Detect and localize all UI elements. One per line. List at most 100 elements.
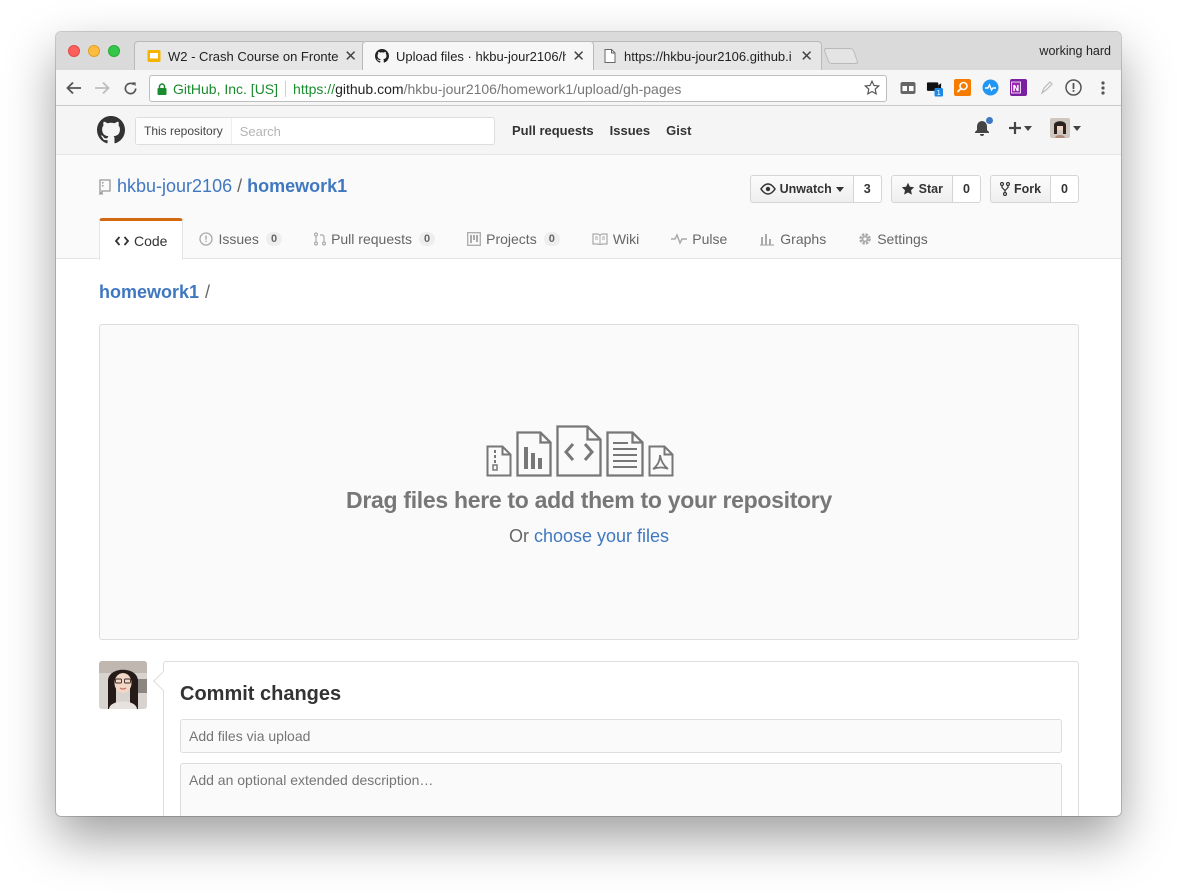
nav-issues[interactable]: Issues xyxy=(610,123,650,138)
divider xyxy=(285,80,287,97)
plus-icon xyxy=(1009,122,1021,134)
reload-button[interactable] xyxy=(119,77,141,99)
browser-tab-upload[interactable]: Upload files · hkbu-jour2106/h ✕ xyxy=(362,41,594,70)
repo-nav: Code Issues 0 Pull requests 0 Projects 0… xyxy=(99,218,944,260)
search-scope: This repository xyxy=(136,118,232,144)
address-bar[interactable]: GitHub, Inc. [US] https://github.com/hkb… xyxy=(149,75,887,102)
repo-name-link[interactable]: homework1 xyxy=(247,176,347,197)
close-window-button[interactable] xyxy=(68,45,80,57)
onenote-extension-icon[interactable]: N xyxy=(1010,79,1027,96)
maximize-window-button[interactable] xyxy=(108,45,120,57)
avatar xyxy=(99,661,147,709)
pull-request-icon xyxy=(314,232,327,246)
tab-code[interactable]: Code xyxy=(99,218,184,260)
commit-summary-input[interactable] xyxy=(180,719,1062,753)
caret-down-icon xyxy=(835,186,844,192)
tab-label: Projects xyxy=(486,231,537,247)
star-label: Star xyxy=(918,182,943,196)
breadcrumb-separator: / xyxy=(205,282,211,302)
forks-count[interactable]: 0 xyxy=(1051,175,1079,203)
tab-title: W2 - Crash Course on Fronten xyxy=(168,48,339,64)
watch-group: Unwatch 3 xyxy=(749,175,882,203)
close-icon[interactable]: ✕ xyxy=(800,49,813,64)
tab-settings[interactable]: Settings xyxy=(842,218,944,259)
fork-group: Fork 0 xyxy=(989,175,1079,203)
fork-button[interactable]: Fork xyxy=(989,175,1052,203)
choose-files-link[interactable]: choose your files xyxy=(534,526,669,546)
stargazers-count[interactable]: 0 xyxy=(953,175,981,203)
lock-icon xyxy=(157,82,167,95)
browser-tab-slides[interactable]: W2 - Crash Course on Fronten ✕ xyxy=(134,41,366,70)
drop-zone-subtitle: Or choose your files xyxy=(100,526,1078,547)
tab-title: Upload files · hkbu-jour2106/h xyxy=(396,48,567,64)
tab-wiki[interactable]: Wiki xyxy=(576,218,655,259)
tab-label: Pull requests xyxy=(331,231,412,247)
search-input[interactable]: Search xyxy=(232,124,281,139)
info-extension-icon[interactable] xyxy=(1065,79,1082,96)
fork-icon xyxy=(999,182,1010,196)
watchers-count[interactable]: 3 xyxy=(853,175,882,203)
repo-actions: Unwatch 3 Star 0 Fork 0 xyxy=(749,175,1079,203)
profile-name[interactable]: working hard xyxy=(1039,44,1111,58)
file-drop-zone[interactable]: Drag files here to add them to your repo… xyxy=(99,324,1079,640)
tab-issues[interactable]: Issues 0 xyxy=(183,218,298,259)
new-tab-button[interactable] xyxy=(823,48,859,64)
repo-header: hkbu-jour2106 / homework1 Unwatch 3 Star… xyxy=(56,155,1121,260)
text-file-icon xyxy=(606,431,644,477)
back-button[interactable] xyxy=(63,77,85,99)
site-search[interactable]: This repository Search xyxy=(135,117,495,145)
tab-projects[interactable]: Projects 0 xyxy=(451,218,576,259)
github-logo-icon[interactable] xyxy=(97,116,125,149)
gear-icon xyxy=(859,233,871,245)
bookmark-star-icon[interactable] xyxy=(863,79,881,99)
issues-counter: 0 xyxy=(265,232,283,246)
fork-label: Fork xyxy=(1013,182,1042,196)
repo-owner-link[interactable]: hkbu-jour2106 xyxy=(117,176,232,197)
extension-icon[interactable] xyxy=(899,79,916,96)
tab-label: Issues xyxy=(218,231,259,247)
notifications-bell-icon[interactable] xyxy=(974,116,994,137)
breadcrumb-root-link[interactable]: homework1 xyxy=(99,282,199,303)
header-nav: Pull requests Issues Gist xyxy=(512,123,691,138)
tab-graphs[interactable]: Graphs xyxy=(743,218,842,259)
tab-label: Code xyxy=(134,232,168,249)
unwatch-button[interactable]: Unwatch xyxy=(749,175,854,203)
repo-icon xyxy=(99,178,111,195)
graph-icon xyxy=(760,234,775,246)
browser-tab-page[interactable]: https://hkbu-jour2106.github.i ✕ xyxy=(590,41,822,70)
close-icon[interactable]: ✕ xyxy=(572,49,585,64)
tab-pull-requests[interactable]: Pull requests 0 xyxy=(298,218,451,259)
commit-description-input[interactable] xyxy=(180,763,1062,816)
close-icon[interactable]: ✕ xyxy=(344,49,357,64)
svg-text:1: 1 xyxy=(937,89,941,97)
star-button[interactable]: Star xyxy=(890,175,953,203)
nav-pull-requests[interactable]: Pull requests xyxy=(512,123,594,138)
tab-pulse[interactable]: Pulse xyxy=(655,218,743,259)
breadcrumb: homework1 / xyxy=(99,282,210,303)
create-new-button[interactable] xyxy=(1008,121,1032,135)
camera-extension-icon[interactable]: 1 xyxy=(926,79,943,97)
tab-label: Wiki xyxy=(612,231,640,247)
search-extension-icon[interactable] xyxy=(954,79,971,96)
forward-button[interactable] xyxy=(91,77,113,99)
browser-toolbar: GitHub, Inc. [US] https://github.com/hkb… xyxy=(56,70,1121,106)
security-indicator[interactable]: GitHub, Inc. [US] xyxy=(157,81,278,97)
pulse-extension-icon[interactable] xyxy=(982,79,999,96)
tab-strip: W2 - Crash Course on Fronten ✕ Upload fi… xyxy=(56,32,1121,70)
github-icon xyxy=(375,49,389,63)
menu-kebab-icon[interactable] xyxy=(1094,79,1111,96)
url-scheme: https:// xyxy=(293,80,336,97)
nav-gist[interactable]: Gist xyxy=(666,123,691,138)
arrow-left-icon xyxy=(66,81,81,95)
avatar xyxy=(1050,118,1070,138)
user-menu-button[interactable] xyxy=(1050,118,1081,138)
pen-extension-icon[interactable] xyxy=(1038,79,1055,96)
minimize-window-button[interactable] xyxy=(88,45,100,57)
pulse-icon xyxy=(671,233,688,245)
data-file-icon xyxy=(516,431,552,477)
arrow-right-icon xyxy=(95,81,110,95)
projects-counter: 0 xyxy=(543,232,560,246)
path-separator: / xyxy=(237,176,243,196)
drop-zone-title: Drag files here to add them to your repo… xyxy=(346,487,832,513)
unread-dot xyxy=(985,116,994,125)
